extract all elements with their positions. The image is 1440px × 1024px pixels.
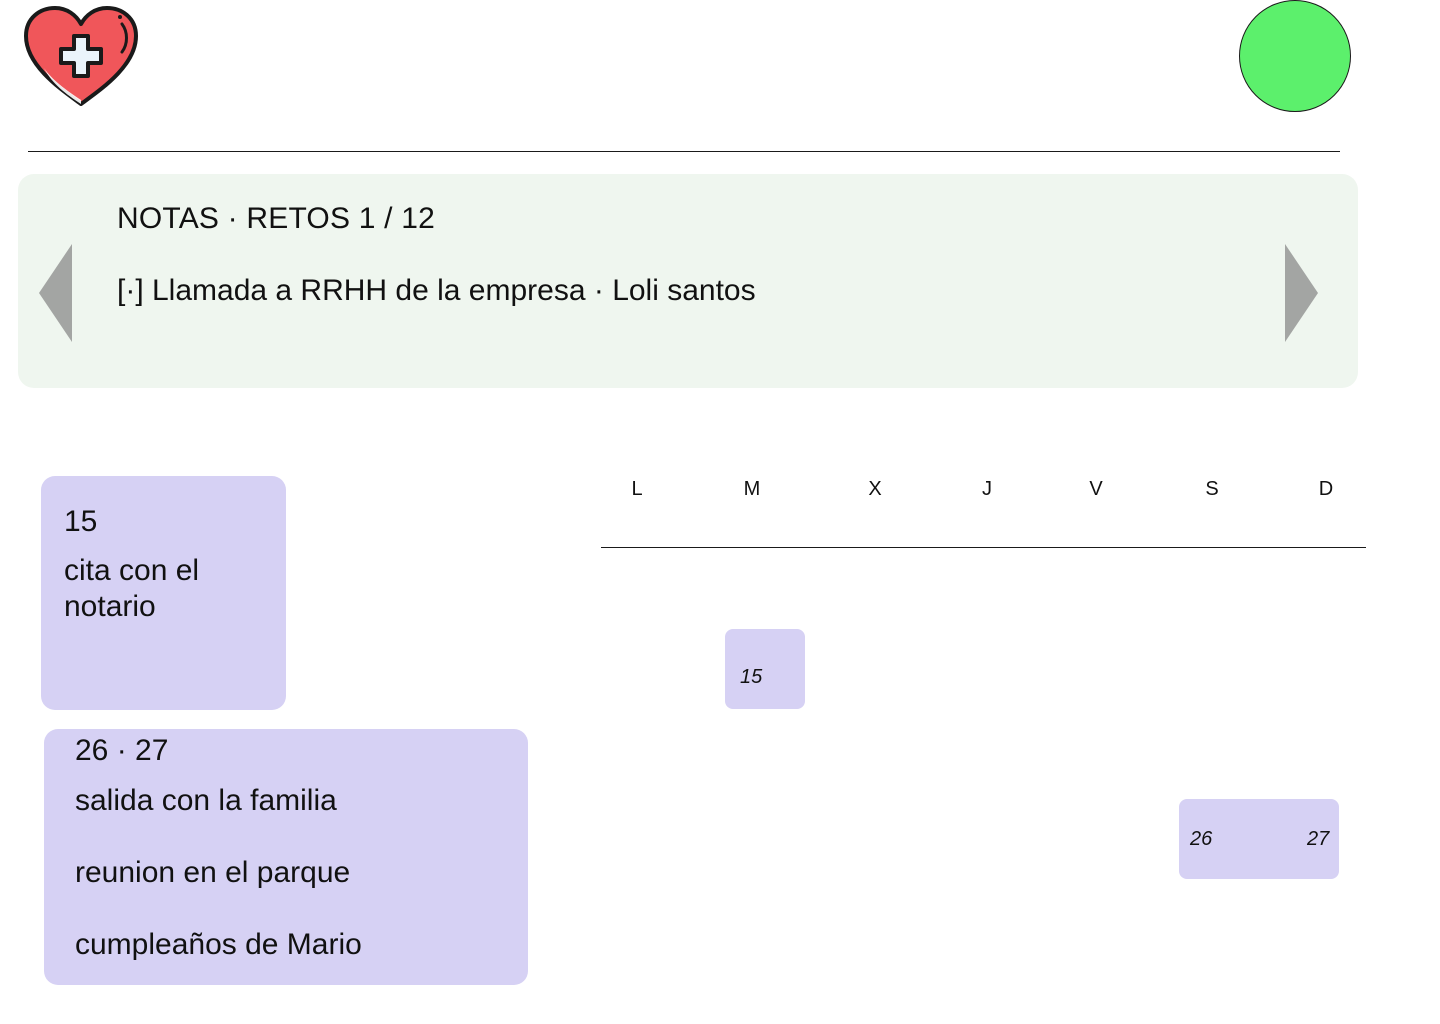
notes-title: NOTAS · RETOS 1 / 12 xyxy=(117,202,435,235)
day-header-s: S xyxy=(1205,478,1219,500)
day-header-d: D xyxy=(1318,478,1334,500)
notes-panel: NOTAS · RETOS 1 / 12 [·] Llamada a RRHH … xyxy=(18,174,1358,388)
notes-body: [·] Llamada a RRHH de la empresa · Loli … xyxy=(117,274,756,307)
triangle-right-icon[interactable] xyxy=(1285,244,1318,342)
day-header-v: V xyxy=(1089,478,1103,500)
triangle-left-icon[interactable] xyxy=(39,244,72,342)
calendar-event-15[interactable]: 15 xyxy=(725,629,805,709)
event-card-date: 15 xyxy=(64,505,98,538)
calendar-event-label: 15 xyxy=(740,666,763,688)
event-card-item: reunion en el parque xyxy=(75,856,351,889)
event-card[interactable]: 15 cita con el notario xyxy=(41,476,286,710)
event-card-item: cita con el notario xyxy=(64,554,200,623)
calendar-event-label: 27 xyxy=(1307,828,1330,850)
event-card-item: salida con la familia xyxy=(75,784,337,817)
calendar-divider xyxy=(601,547,1366,548)
day-header-m: M xyxy=(743,478,761,500)
event-card-date: 26 · 27 xyxy=(75,734,169,767)
calendar-event-label: 26 xyxy=(1190,828,1213,850)
avatar[interactable] xyxy=(1239,0,1351,112)
event-card-item: cumpleaños de Mario xyxy=(75,928,362,961)
day-header-l: L xyxy=(631,478,643,500)
logo-heart-icon xyxy=(22,4,140,110)
event-card[interactable]: 26 · 27 salida con la familia reunion en… xyxy=(44,729,528,985)
day-header-x: X xyxy=(868,478,882,500)
day-header-j: J xyxy=(982,478,992,500)
calendar-event-26-27[interactable]: 26 27 xyxy=(1179,799,1339,879)
header-divider xyxy=(28,151,1340,152)
